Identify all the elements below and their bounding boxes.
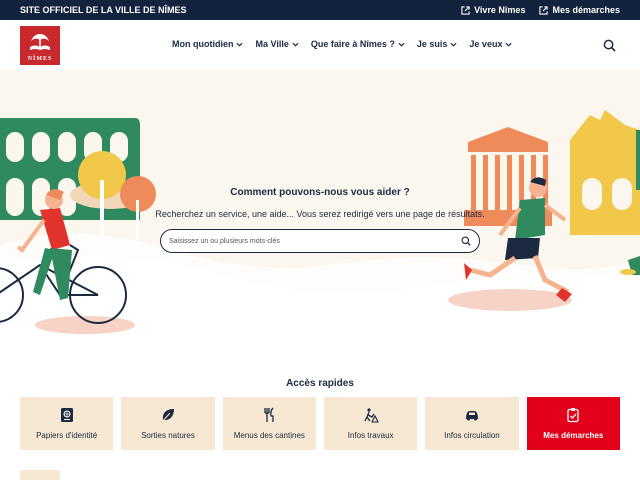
quick-access-list: Papiers d'identité Sorties natures Menus…	[20, 397, 620, 450]
chevron-down-icon	[398, 42, 405, 47]
vivre-nimes-link[interactable]: Vivre Nîmes	[461, 5, 525, 15]
chevron-down-icon	[292, 42, 299, 47]
quick-access-label: Infos travaux	[347, 431, 394, 440]
nav-je-veux[interactable]: Je veux	[469, 39, 512, 49]
clipboard-check-icon	[567, 408, 579, 423]
passport-icon	[60, 408, 73, 422]
nimes-logo[interactable]: NÎMES	[20, 26, 60, 65]
external-link-icon	[461, 5, 470, 15]
quick-access-travaux[interactable]: Infos travaux	[323, 397, 418, 450]
quick-access-label: Mes démarches	[543, 431, 604, 440]
nav-label: Que faire à Nîmes ?	[310, 39, 395, 49]
hero-search-field[interactable]: Saisissez un ou plusieurs mots-clés	[160, 229, 480, 253]
main-header: NÎMES Mon quotidien Ma Ville Que faire à…	[0, 20, 640, 70]
quick-access-sorties[interactable]: Sorties natures	[121, 397, 215, 450]
top-links: Vivre Nîmes Mes démarches	[461, 5, 620, 15]
leaf-icon	[161, 409, 174, 423]
quick-access-circulation[interactable]: Infos circulation	[425, 397, 519, 450]
external-link-icon	[539, 5, 549, 15]
quick-access-title: Accès rapides	[286, 378, 354, 389]
hero-subtitle: Recherchez un service, une aide... Vous …	[155, 209, 485, 219]
quick-access-demarches[interactable]: Mes démarches	[526, 397, 620, 450]
nav-mon-quotidien[interactable]: Mon quotidien	[172, 39, 244, 49]
vivre-nimes-label: Vivre Nîmes	[474, 5, 526, 15]
logo-text: NÎMES	[27, 56, 53, 62]
nav-label: Ma Ville	[255, 39, 289, 49]
quick-access-label: Papiers d'identité	[36, 431, 98, 440]
site-label: SITE OFFICIEL DE LA VILLE DE NÎMES	[20, 5, 187, 15]
mes-demarches-label: Mes démarches	[552, 5, 620, 15]
next-section-peek	[20, 470, 60, 480]
nav-label: Je suis	[416, 39, 448, 49]
quick-access-label: Menus des cantines	[233, 431, 305, 440]
top-bar: SITE OFFICIEL DE LA VILLE DE NÎMES Vivre…	[0, 0, 640, 20]
search-icon[interactable]	[603, 39, 616, 52]
search-icon[interactable]	[461, 236, 471, 246]
chevron-down-icon	[505, 42, 512, 47]
chevron-down-icon	[236, 42, 244, 47]
quick-access-label: Sorties natures	[141, 431, 195, 440]
nav-je-suis[interactable]: Je suis	[417, 39, 458, 49]
quick-access-label: Infos circulation	[444, 431, 500, 440]
hero-section: Comment pouvons-nous vous aider ? Recher…	[0, 70, 640, 355]
nav-ma-ville[interactable]: Ma Ville	[255, 39, 299, 49]
chevron-down-icon	[450, 42, 457, 47]
quick-access-papiers[interactable]: Papiers d'identité	[20, 397, 114, 450]
cutlery-icon	[264, 407, 274, 422]
main-nav: Mon quotidien Ma Ville Que faire à Nîmes…	[172, 39, 512, 49]
nav-label: Je veux	[469, 39, 503, 49]
car-icon	[465, 411, 478, 421]
nav-label: Mon quotidien	[172, 39, 234, 49]
roadwork-icon	[364, 408, 379, 423]
crocodile-palm-icon	[30, 34, 50, 50]
hero-title: Comment pouvons-nous vous aider ?	[230, 187, 410, 198]
nav-que-faire[interactable]: Que faire à Nîmes ?	[311, 39, 405, 49]
mes-demarches-link[interactable]: Mes démarches	[539, 5, 620, 15]
quick-access-menus[interactable]: Menus des cantines	[222, 397, 316, 450]
search-input[interactable]: Saisissez un ou plusieurs mots-clés	[169, 238, 461, 245]
